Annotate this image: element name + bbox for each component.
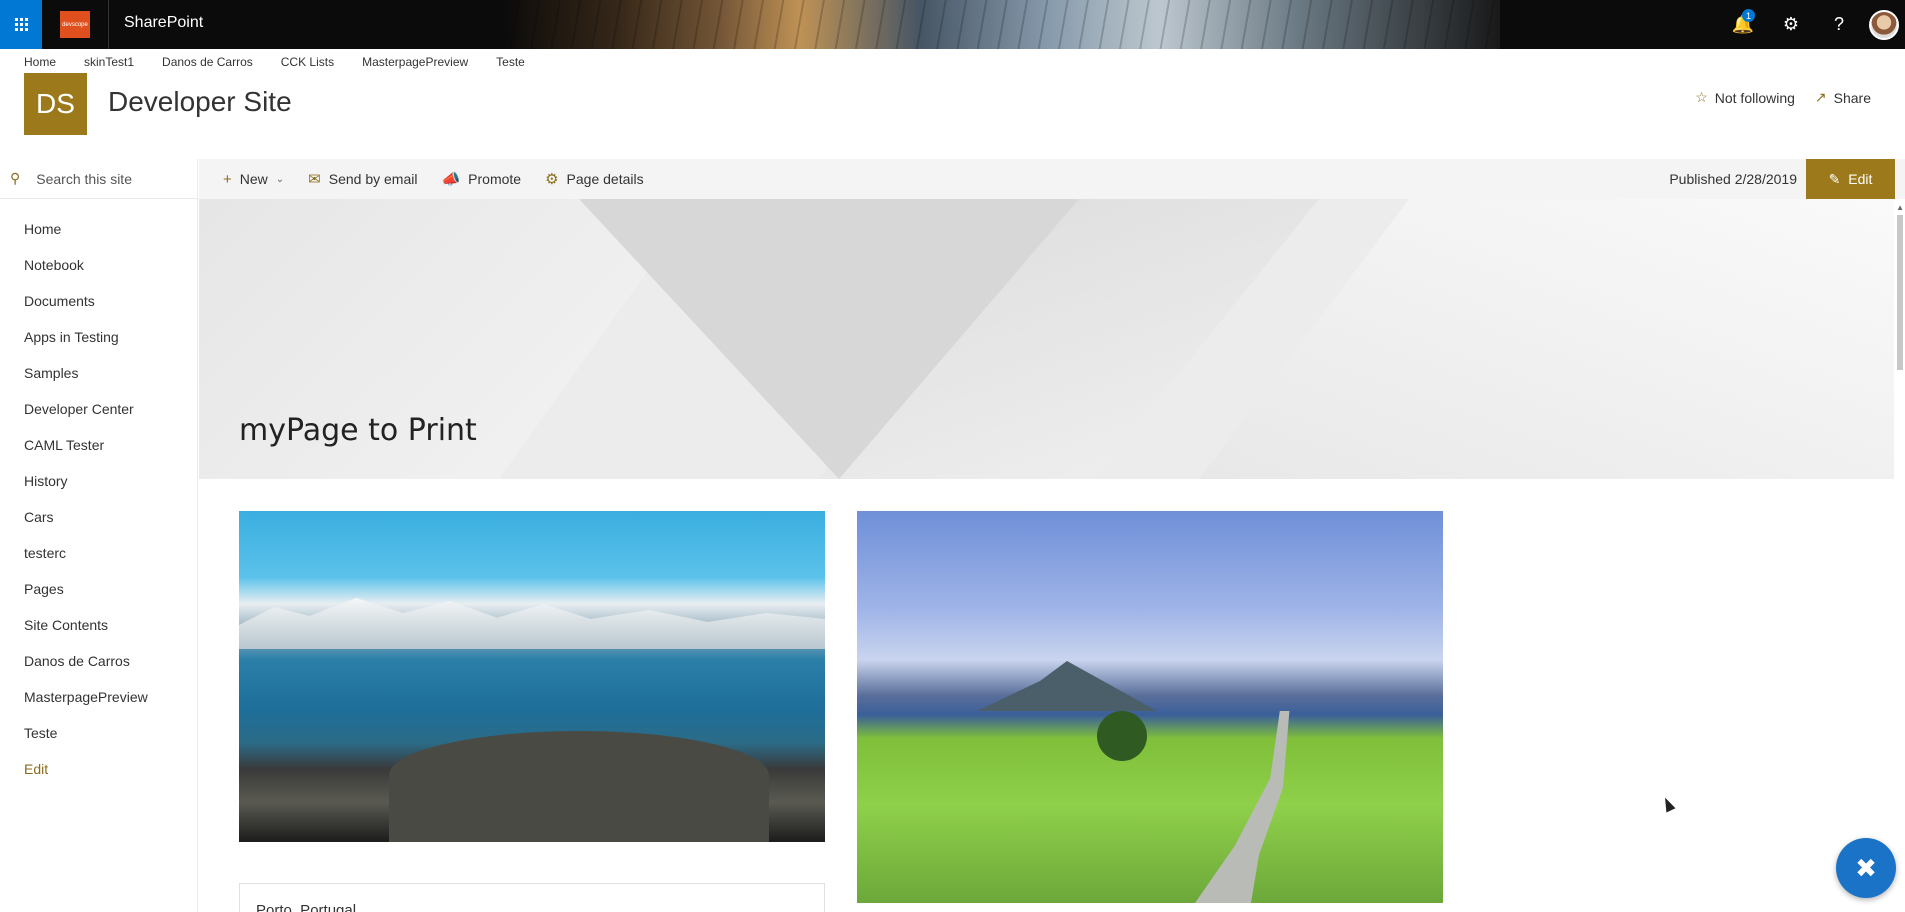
gear-icon: ⚙: [1782, 14, 1800, 34]
topnav-item-masterpagepreview[interactable]: MasterpagePreview: [362, 55, 468, 69]
leftnav-item-pages[interactable]: Pages: [0, 571, 197, 607]
leftnav-item-samples[interactable]: Samples: [0, 355, 197, 391]
new-label: New: [239, 171, 268, 187]
topnav-item-teste[interactable]: Teste: [496, 55, 525, 69]
image-tree: [1097, 711, 1147, 761]
suite-banner-image: [500, 0, 1500, 49]
site-title[interactable]: Developer Site: [108, 86, 292, 118]
app-launcher-button[interactable]: [0, 0, 42, 49]
leftnav-item-developer-center[interactable]: Developer Center: [0, 391, 197, 427]
suite-actions: 🔔 1 ⚙ ?: [1719, 0, 1905, 49]
image-mountains: [239, 598, 825, 649]
user-avatar[interactable]: [1869, 9, 1899, 40]
star-icon: ☆: [1695, 89, 1708, 105]
leftnav-item-history[interactable]: History: [0, 463, 197, 499]
page-details-label: Page details: [566, 171, 644, 187]
image-rock: [389, 731, 769, 842]
hero-facet: [579, 199, 1079, 479]
send-by-email-label: Send by email: [328, 171, 418, 187]
published-status: Published 2/28/2019: [1669, 171, 1797, 187]
mouse-cursor: [1660, 795, 1676, 813]
topnav-item-skintest1[interactable]: skinTest1: [84, 55, 134, 69]
site-logo[interactable]: DS: [24, 73, 87, 135]
search-box[interactable]: ⚲ Search this site: [0, 159, 197, 199]
countryside-path-image[interactable]: [857, 511, 1443, 903]
share-button[interactable]: ↗ Share: [1815, 89, 1871, 106]
quick-launch: Home Notebook Documents Apps in Testing …: [0, 199, 197, 787]
left-navigation: ⚲ Search this site Home Notebook Documen…: [0, 159, 198, 912]
mail-icon: ✉: [308, 171, 321, 188]
leftnav-item-documents[interactable]: Documents: [0, 283, 197, 319]
leftnav-item-teste[interactable]: Teste: [0, 715, 197, 751]
top-navigation: Home skinTest1 Danos de Carros CCK Lists…: [24, 55, 525, 69]
pencil-icon: ✎: [1828, 170, 1841, 187]
plus-icon: +: [223, 170, 232, 188]
search-icon: ⚲: [10, 170, 21, 186]
page-details-button[interactable]: ⚙ Page details: [545, 170, 644, 188]
help-icon: ?: [1833, 14, 1844, 34]
promote-button[interactable]: 📣 Promote: [441, 170, 521, 188]
topnav-item-danos-de-carros[interactable]: Danos de Carros: [162, 55, 253, 69]
send-by-email-button[interactable]: ✉ Send by email: [308, 170, 417, 188]
leftnav-item-caml-tester[interactable]: CAML Tester: [0, 427, 197, 463]
page-header-banner: myPage to Print: [199, 199, 1894, 479]
company-logo[interactable]: devscope: [60, 11, 90, 38]
help-button[interactable]: ?: [1815, 0, 1863, 49]
settings-button[interactable]: ⚙: [1767, 0, 1815, 49]
leftnav-edit-link[interactable]: Edit: [0, 751, 197, 787]
gear-icon: ⚙: [545, 171, 559, 188]
suite-divider: [108, 0, 109, 49]
leftnav-item-home[interactable]: Home: [0, 211, 197, 247]
follow-label: Not following: [1714, 89, 1795, 106]
app-title[interactable]: SharePoint: [124, 14, 203, 32]
leftnav-item-testerc[interactable]: testerc: [0, 535, 197, 571]
suite-bar: devscope SharePoint 🔔 1 ⚙ ?: [0, 0, 1905, 49]
share-icon: ↗: [1814, 89, 1827, 105]
leftnav-item-masterpagepreview[interactable]: MasterpagePreview: [0, 679, 197, 715]
content-card[interactable]: Porto, Portugal: [239, 883, 825, 912]
leftnav-item-notebook[interactable]: Notebook: [0, 247, 197, 283]
leftnav-item-site-contents[interactable]: Site Contents: [0, 607, 197, 643]
share-label: Share: [1833, 89, 1871, 106]
chevron-down-icon: ⌄: [275, 173, 285, 185]
scrollbar-thumb[interactable]: [1897, 215, 1903, 370]
scroll-up-icon[interactable]: ▲: [1896, 203, 1904, 212]
image-path: [1195, 711, 1290, 903]
notification-badge: 1: [1742, 9, 1755, 22]
page-title: myPage to Print: [239, 413, 477, 448]
waffle-icon: [14, 18, 28, 31]
floating-close-button[interactable]: ✖: [1836, 838, 1896, 898]
new-button[interactable]: + New ⌄: [223, 171, 284, 188]
page-scrollbar[interactable]: ▲: [1895, 199, 1905, 912]
hero-facet: [1199, 199, 1894, 479]
topnav-item-home[interactable]: Home: [24, 55, 56, 69]
promote-label: Promote: [468, 171, 522, 187]
megaphone-icon: 📣: [441, 171, 461, 188]
image-hill: [977, 661, 1157, 711]
header-actions: ☆ Not following ↗ Share: [1695, 89, 1871, 106]
edit-label: Edit: [1848, 171, 1873, 187]
search-input[interactable]: Search this site: [36, 171, 132, 187]
follow-button[interactable]: ☆ Not following: [1695, 89, 1795, 106]
fjord-image[interactable]: [239, 511, 825, 842]
topnav-item-cck-lists[interactable]: CCK Lists: [281, 55, 334, 69]
leftnav-item-cars[interactable]: Cars: [0, 499, 197, 535]
card-title: Porto, Portugal: [256, 902, 357, 912]
notifications-button[interactable]: 🔔 1: [1719, 0, 1767, 49]
edit-page-button[interactable]: ✎ Edit: [1806, 159, 1895, 199]
close-icon: ✖: [1855, 852, 1877, 883]
command-bar: + New ⌄ ✉ Send by email 📣 Promote ⚙ Page…: [199, 159, 1905, 199]
leftnav-item-danos-de-carros[interactable]: Danos de Carros: [0, 643, 197, 679]
leftnav-item-apps-in-testing[interactable]: Apps in Testing: [0, 319, 197, 355]
